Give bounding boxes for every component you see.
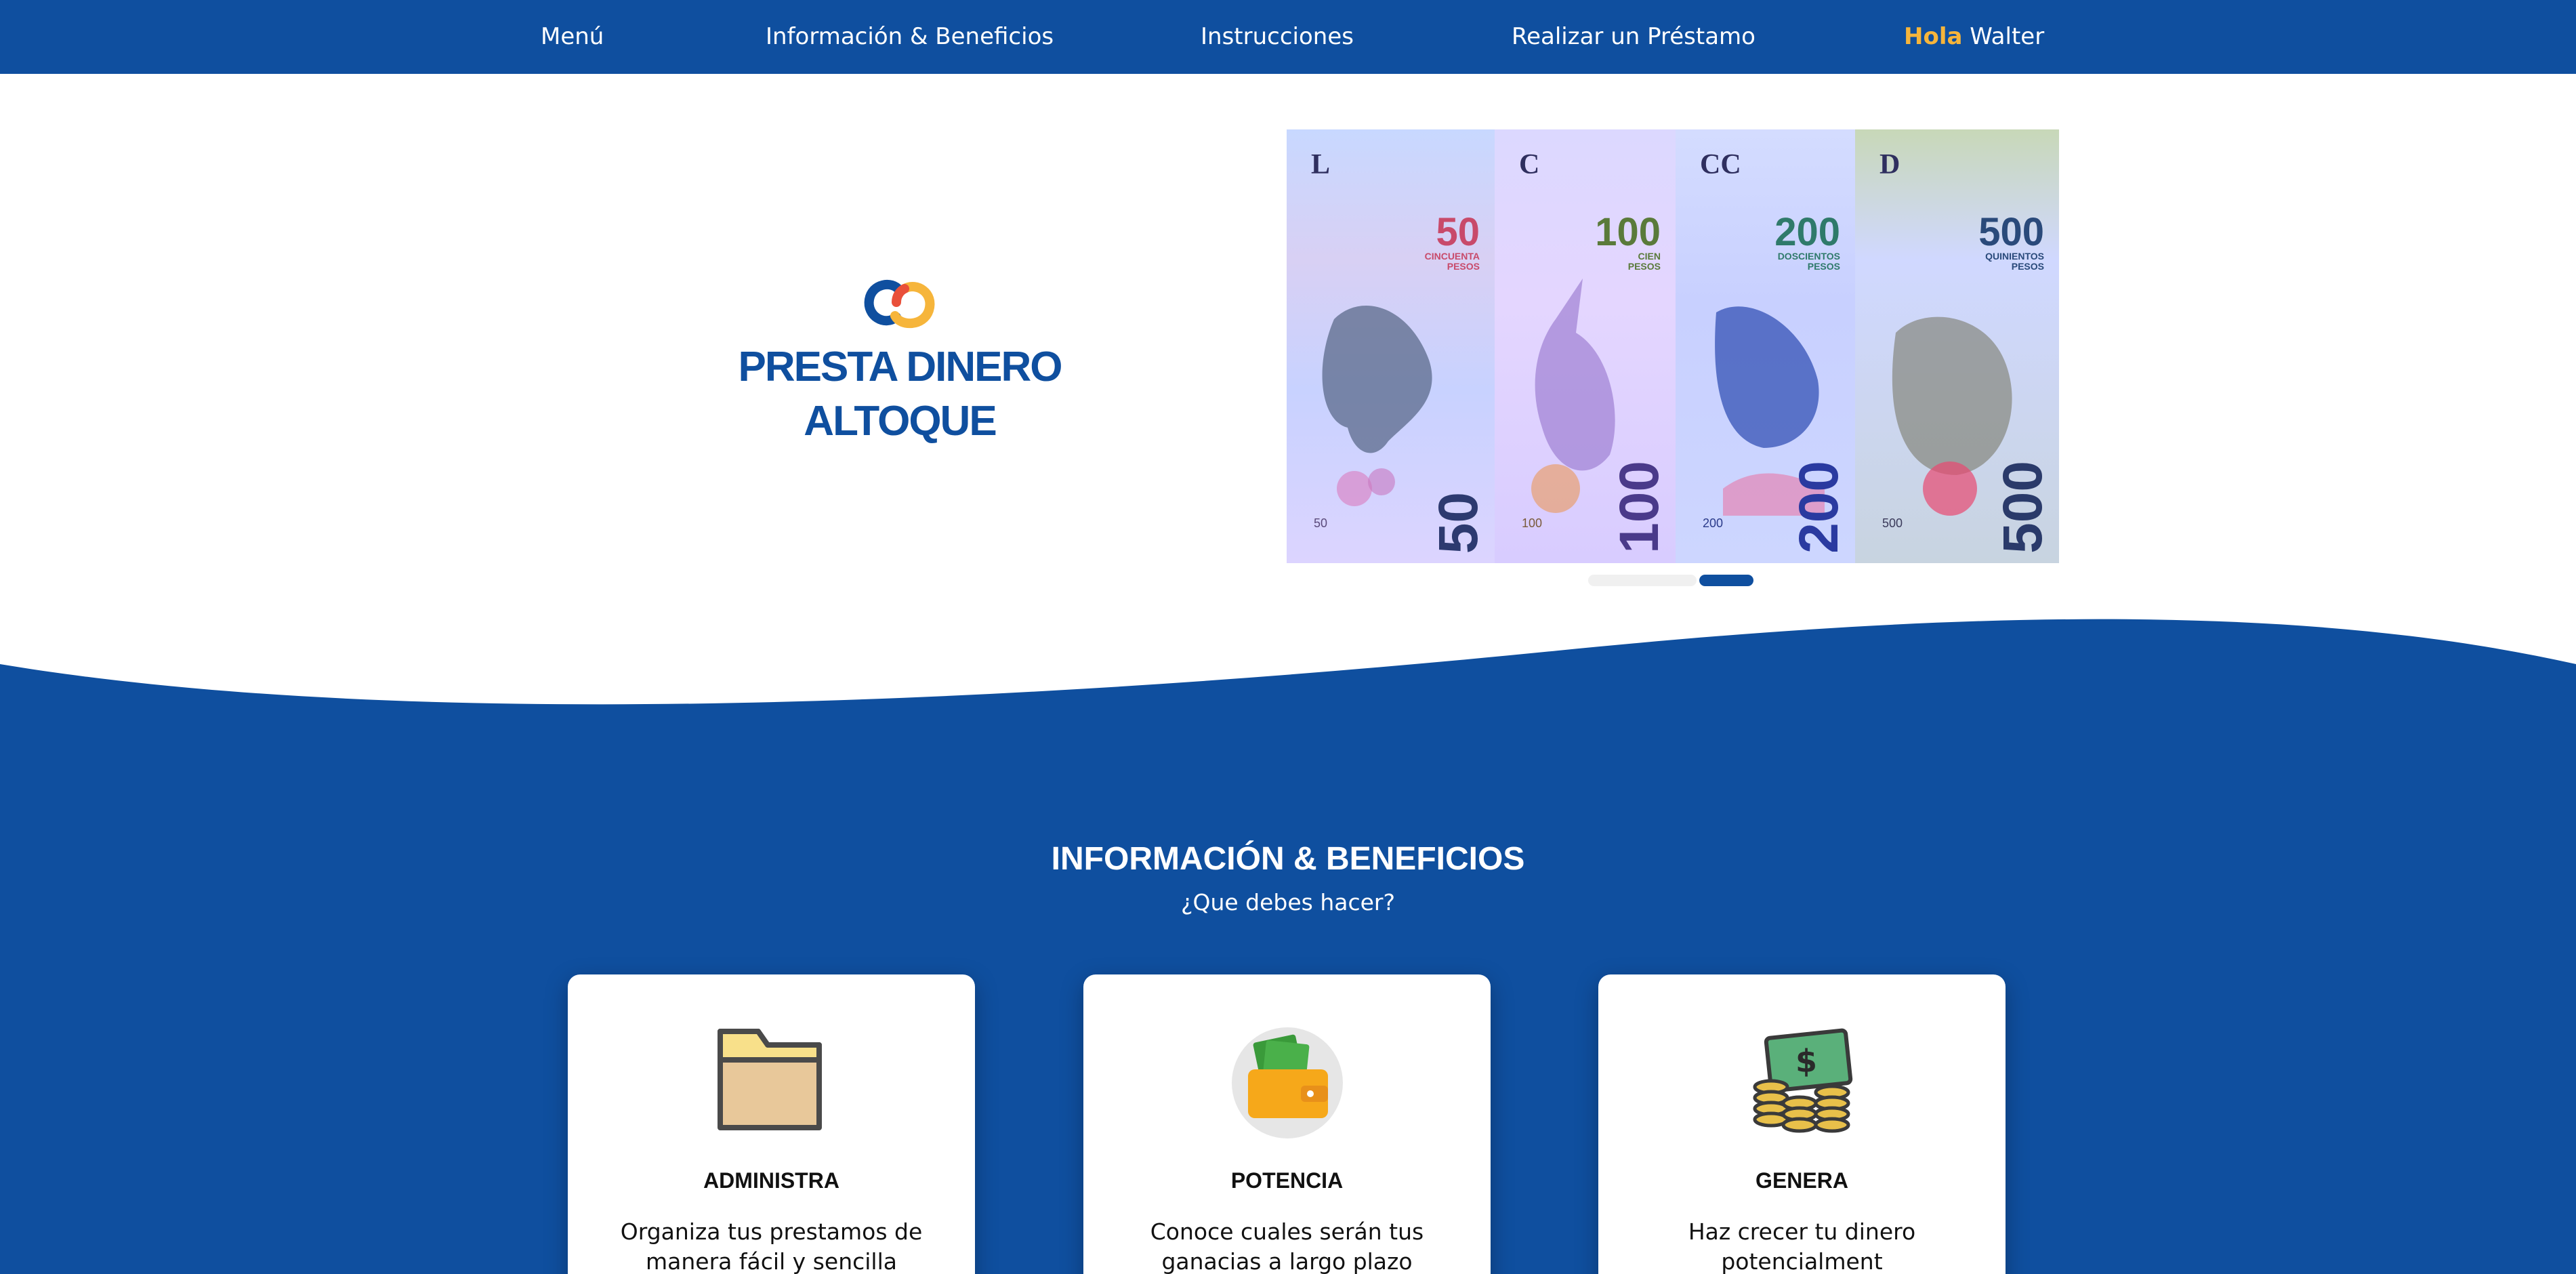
nav-loan-link[interactable]: Realizar un Préstamo	[1512, 23, 1756, 50]
banknote-letter: CC	[1700, 149, 1741, 180]
top-navbar: Menú Información & Beneficios Instruccio…	[0, 0, 2576, 74]
greeting-prefix: Hola	[1904, 23, 1963, 50]
banknote-small-denomination: 500	[1882, 516, 1903, 530]
banknote-denomination: 500	[1978, 210, 2044, 254]
info-section-title: INFORMACIÓN & BENEFICIOS	[1051, 841, 1525, 877]
banknote-word: QUINIENTOS PESOS	[1985, 251, 2044, 272]
greeting-name: Walter	[1970, 23, 2045, 50]
banknote-200: CC 200 DOSCIENTOS PESOS 200 200	[1676, 129, 1855, 563]
folder-icon	[717, 1029, 822, 1130]
carousel-dot-1[interactable]	[1588, 575, 1697, 586]
nav-info-link[interactable]: Información & Beneficios	[766, 23, 1054, 50]
card-text: Haz crecer tu dinero potencialment	[1688, 1218, 1916, 1274]
banknote-letter: D	[1879, 149, 1900, 180]
logo-text-line1: PRESTA DINERO	[738, 344, 1063, 390]
banknote-denomination: 200	[1774, 210, 1840, 254]
banknote-big-denomination: 500	[1992, 461, 2054, 554]
banknote-denomination: 100	[1595, 210, 1661, 254]
card-text: Conoce cuales serán tus ganacias a largo…	[1150, 1218, 1424, 1274]
benefit-card-genera: $ GENERA Haz crecer tu dinero potencialm…	[1598, 974, 2006, 1274]
banknote-small-denomination: 50	[1314, 516, 1328, 530]
banknote-letter: L	[1311, 149, 1331, 180]
benefit-card-administra: ADMINISTRA Organiza tus prestamos de man…	[568, 974, 975, 1274]
logo-icon	[864, 280, 935, 329]
card-title: ADMINISTRA	[703, 1168, 839, 1193]
benefit-card-potencia: POTENCIA Conoce cuales serán tus ganacia…	[1083, 974, 1491, 1274]
carousel-dot-2-active[interactable]	[1699, 575, 1753, 586]
banknote-word: CINCUENTA PESOS	[1424, 251, 1480, 272]
logo-text-line2: ALTOQUE	[804, 398, 997, 445]
banknote-letter: C	[1519, 149, 1540, 180]
card-text: Organiza tus prestamos de manera fácil y…	[620, 1218, 923, 1274]
banknote-denomination: 50	[1436, 210, 1480, 254]
banknote-big-denomination: 100	[1608, 461, 1670, 554]
banknotes-carousel[interactable]: L 50 CINCUENTA PESOS 50 50 C 100 CIEN PE…	[1287, 129, 2059, 563]
banknote-small-denomination: 200	[1703, 516, 1724, 530]
banknote-500: D 500 QUINIENTOS PESOS 500 500	[1855, 129, 2059, 563]
banknote-big-denomination: 50	[1428, 491, 1489, 554]
wallet-icon	[1231, 1027, 1343, 1138]
banknote-100: C 100 CIEN PESOS 100 100	[1495, 129, 1676, 563]
svg-text:$: $	[1795, 1043, 1816, 1080]
banknote-word: CIEN PESOS	[1627, 251, 1661, 272]
info-section-subtitle: ¿Que debes hacer?	[1180, 889, 1396, 916]
nav-instructions-link[interactable]: Instrucciones	[1201, 23, 1354, 50]
condor-illustration	[1322, 306, 1432, 506]
nav-menu-link[interactable]: Menú	[541, 23, 604, 50]
banknote-small-denomination: 100	[1522, 516, 1543, 530]
user-greeting[interactable]: Hola Walter	[1904, 23, 2044, 50]
card-title: POTENCIA	[1230, 1168, 1344, 1193]
banknote-word: DOSCIENTOS PESOS	[1777, 251, 1840, 272]
banknote-50: L 50 CINCUENTA PESOS 50 50	[1287, 129, 1495, 563]
money-coins-icon: $	[1753, 1028, 1852, 1133]
banknote-big-denomination: 200	[1788, 461, 1850, 554]
card-title: GENERA	[1756, 1168, 1848, 1193]
